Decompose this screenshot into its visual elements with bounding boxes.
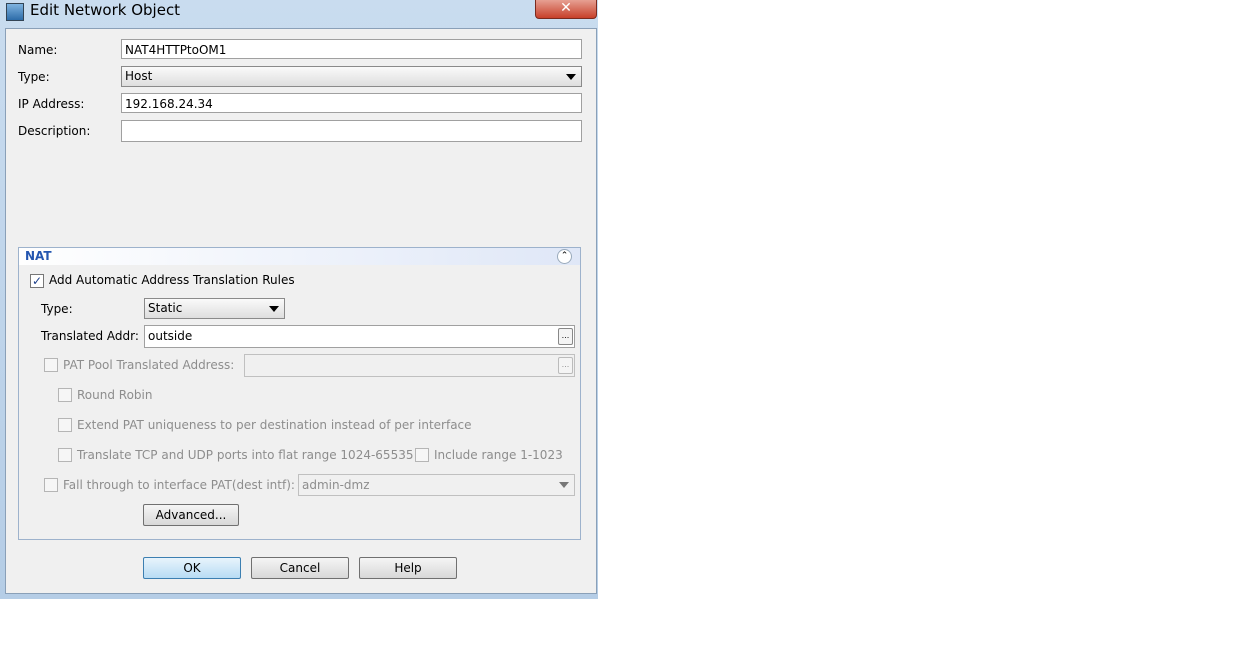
pat-pool-browse-button[interactable]: ... <box>558 357 573 374</box>
auto-rules-checkbox[interactable]: ✓ <box>30 274 44 288</box>
nat-header: NAT ⌃ <box>19 248 580 265</box>
chevron-down-icon <box>269 306 279 312</box>
fall-through-checkbox[interactable] <box>44 478 58 492</box>
round-robin-label: Round Robin <box>77 388 153 402</box>
advanced-button[interactable]: Advanced... <box>143 504 239 526</box>
description-input[interactable] <box>121 120 582 142</box>
flat-range-checkbox[interactable] <box>58 448 72 462</box>
translated-addr-browse-button[interactable]: ... <box>558 328 573 345</box>
app-icon <box>6 3 24 21</box>
name-label: Name: <box>18 43 58 57</box>
ok-button[interactable]: OK <box>143 557 241 579</box>
type-value: Host <box>125 69 153 83</box>
chevron-down-icon <box>559 482 569 488</box>
fall-through-label: Fall through to interface PAT(dest intf)… <box>63 478 295 492</box>
pat-pool-checkbox[interactable] <box>44 358 58 372</box>
name-input[interactable]: NAT4HTTPtoOM1 <box>121 39 582 59</box>
ip-input[interactable]: 192.168.24.34 <box>121 93 582 113</box>
nat-title: NAT <box>25 249 52 263</box>
auto-rules-label: Add Automatic Address Translation Rules <box>49 273 295 287</box>
ip-label: IP Address: <box>18 97 85 111</box>
nat-type-label: Type: <box>41 302 73 316</box>
help-button[interactable]: Help <box>359 557 457 579</box>
type-label: Type: <box>18 70 50 84</box>
type-select[interactable]: Host <box>121 66 582 87</box>
include-range-label: Include range 1-1023 <box>434 448 563 462</box>
translated-addr-label: Translated Addr: <box>41 329 139 343</box>
cancel-button[interactable]: Cancel <box>251 557 349 579</box>
nat-type-select[interactable]: Static <box>144 298 285 319</box>
flat-range-label: Translate TCP and UDP ports into flat ra… <box>77 448 414 462</box>
chevron-double-up-icon[interactable]: ⌃ <box>557 249 572 264</box>
title-bar[interactable]: Edit Network Object ✕ <box>0 0 598 26</box>
include-range-checkbox[interactable] <box>415 448 429 462</box>
translated-addr-input[interactable]: outside <box>144 325 575 348</box>
extend-pat-checkbox[interactable] <box>58 418 72 432</box>
nat-type-value: Static <box>148 301 183 315</box>
fall-through-select[interactable]: admin-dmz <box>298 474 575 496</box>
pat-pool-label: PAT Pool Translated Address: <box>63 358 235 372</box>
close-button[interactable]: ✕ <box>535 0 597 19</box>
extend-pat-label: Extend PAT uniqueness to per destination… <box>77 418 472 432</box>
description-label: Description: <box>18 124 91 138</box>
chevron-down-icon <box>566 74 576 80</box>
round-robin-checkbox[interactable] <box>58 388 72 402</box>
fall-through-value: admin-dmz <box>302 478 370 492</box>
pat-pool-input[interactable] <box>244 354 575 377</box>
window-title: Edit Network Object <box>30 1 181 19</box>
